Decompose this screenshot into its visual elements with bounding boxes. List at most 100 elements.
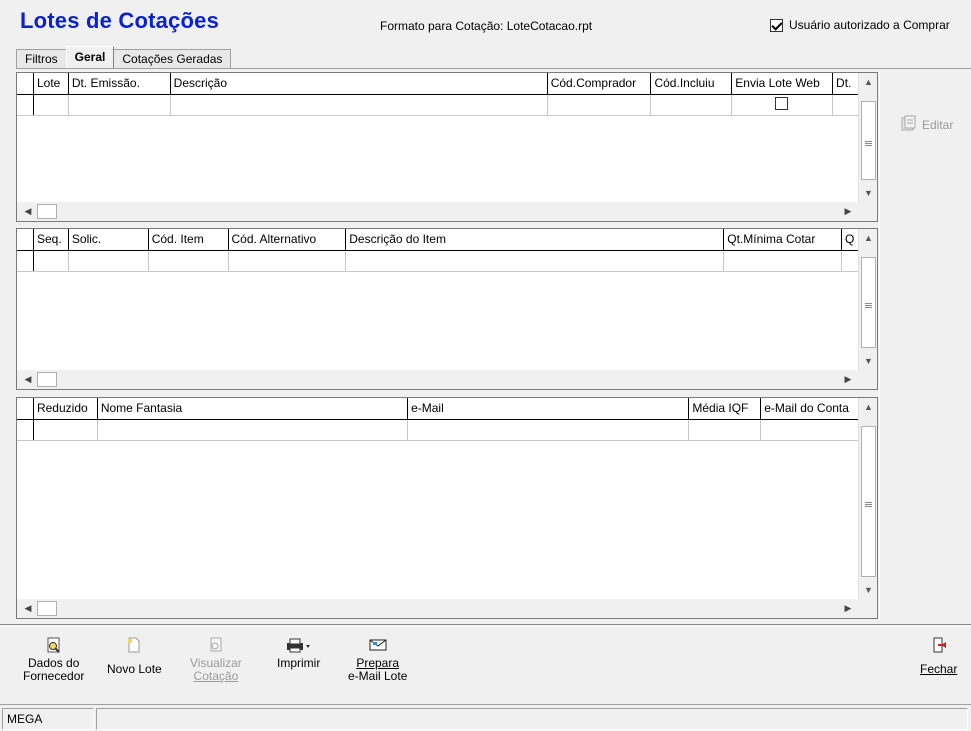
cell-dt[interactable]: [833, 95, 858, 115]
status-bar: MEGA: [0, 704, 971, 731]
col-envia-lote-web[interactable]: Envia Lote Web: [732, 73, 834, 94]
col-descricao-item[interactable]: Descrição do Item: [346, 229, 725, 250]
envia-lote-web-checkbox[interactable]: [775, 97, 789, 110]
novo-lote-label: Novo Lote: [107, 662, 162, 676]
row-indicator[interactable]: [17, 420, 34, 440]
col-qt-minima-cotar[interactable]: Qt.Mínima Cotar: [724, 229, 843, 250]
scroll-thumb[interactable]: [861, 101, 876, 180]
col-descricao[interactable]: Descrição: [171, 73, 548, 94]
scroll-left-icon[interactable]: ◀: [19, 202, 37, 221]
prepara-email-lote-button[interactable]: Prepara e-Mail Lote: [348, 636, 407, 683]
scroll-right-icon[interactable]: ▶: [839, 202, 857, 221]
col-media-iqf[interactable]: Média IQF: [689, 398, 762, 419]
col-q[interactable]: Q: [842, 229, 858, 250]
cell-cod-comprador[interactable]: [548, 95, 652, 115]
vertical-scrollbar[interactable]: ▲ ▼: [858, 229, 877, 370]
col-seq[interactable]: Seq.: [34, 229, 69, 250]
cell-media-iqf[interactable]: [689, 420, 762, 440]
cell-qt-minima[interactable]: [724, 251, 843, 271]
tab-cotacoes-geradas[interactable]: Cotações Geradas: [113, 49, 232, 68]
col-cod-item[interactable]: Cód. Item: [149, 229, 229, 250]
lotes-grid[interactable]: Lote Dt. Emissão. Descrição Cód.Comprado…: [16, 72, 878, 222]
scroll-left-icon[interactable]: ◀: [19, 599, 37, 618]
fornecedores-grid-header: Reduzido Nome Fantasia e-Mail Média IQF …: [17, 398, 858, 420]
page-title: Lotes de Cotações: [20, 8, 220, 33]
visualizar-cotacao-button[interactable]: Visualizar Cotação: [190, 636, 242, 683]
dados-fornecedor-button[interactable]: Dados do Fornecedor: [23, 636, 84, 683]
cell-reduzido[interactable]: [34, 420, 98, 440]
table-row[interactable]: [17, 420, 858, 441]
table-row[interactable]: [17, 251, 858, 272]
checkbox-icon[interactable]: [770, 18, 783, 32]
edit-button[interactable]: Editar: [900, 114, 953, 135]
itens-grid[interactable]: Seq. Solic. Cód. Item Cód. Alternativo D…: [16, 228, 878, 390]
col-dt-emissao[interactable]: Dt. Emissão.: [69, 73, 171, 94]
scroll-down-icon[interactable]: ▼: [859, 352, 878, 370]
scroll-down-icon[interactable]: ▼: [859, 184, 878, 202]
scroll-up-icon[interactable]: ▲: [859, 229, 878, 247]
fechar-button[interactable]: Fechar: [920, 636, 957, 676]
col-cod-comprador[interactable]: Cód.Comprador: [548, 73, 652, 94]
cell-cod-alternativo[interactable]: [229, 251, 347, 271]
table-row[interactable]: [17, 95, 858, 116]
cell-email-contato[interactable]: [761, 420, 858, 440]
tab-filtros[interactable]: Filtros: [16, 49, 67, 68]
row-indicator[interactable]: [17, 95, 34, 115]
scroll-down-icon[interactable]: ▼: [859, 581, 878, 599]
horizontal-scrollbar[interactable]: ◀ ▶: [17, 202, 877, 221]
edit-label: Editar: [922, 117, 954, 132]
vertical-scrollbar[interactable]: ▲ ▼: [858, 398, 877, 599]
novo-lote-button[interactable]: Novo Lote: [107, 636, 162, 676]
scroll-thumb[interactable]: [37, 372, 57, 387]
vertical-scrollbar[interactable]: ▲ ▼: [858, 73, 877, 202]
imprimir-button[interactable]: Imprimir: [277, 636, 320, 670]
scroll-thumb[interactable]: [861, 426, 876, 577]
cell-email[interactable]: [408, 420, 690, 440]
scroll-left-icon[interactable]: ◀: [19, 370, 37, 389]
supplier-search-icon: [44, 636, 64, 654]
col-nome-fantasia[interactable]: Nome Fantasia: [98, 398, 409, 419]
scroll-right-icon[interactable]: ▶: [839, 599, 857, 618]
cell-nome-fantasia[interactable]: [98, 420, 409, 440]
cell-dt-emissao[interactable]: [69, 95, 171, 115]
new-document-icon: [124, 636, 144, 654]
scroll-thumb[interactable]: [861, 257, 876, 348]
preview-icon: [206, 636, 226, 654]
cell-seq[interactable]: [34, 251, 69, 271]
dados-label-2: Fornecedor: [23, 669, 85, 683]
cell-descricao-item[interactable]: [346, 251, 725, 271]
authorized-checkbox[interactable]: Usuário autorizado a Comprar: [770, 18, 950, 32]
col-cod-alternativo[interactable]: Cód. Alternativo: [229, 229, 347, 250]
col-lote[interactable]: Lote: [34, 73, 69, 94]
status-panel-right: [96, 708, 968, 730]
horizontal-scrollbar[interactable]: ◀ ▶: [17, 370, 877, 389]
tab-bar: Filtros Geral Cotações Geradas: [16, 46, 232, 68]
col-dt[interactable]: Dt.: [833, 73, 858, 94]
edit-icon: [900, 114, 918, 135]
scroll-thumb[interactable]: [37, 204, 57, 219]
cell-q[interactable]: [842, 251, 858, 271]
col-email-contato[interactable]: e-Mail do Conta: [761, 398, 858, 419]
col-solic[interactable]: Solic.: [69, 229, 149, 250]
scroll-up-icon[interactable]: ▲: [859, 398, 878, 416]
visualizar-label-2: Cotação: [193, 669, 239, 683]
col-cod-incluiu[interactable]: Cód.Incluiu: [651, 73, 733, 94]
cell-lote[interactable]: [34, 95, 69, 115]
email-icon: [368, 636, 388, 654]
col-email[interactable]: e-Mail: [408, 398, 690, 419]
cell-solic[interactable]: [69, 251, 149, 271]
scroll-up-icon[interactable]: ▲: [859, 73, 878, 91]
cell-cod-incluiu[interactable]: [651, 95, 733, 115]
fornecedores-grid[interactable]: Reduzido Nome Fantasia e-Mail Média IQF …: [16, 397, 878, 619]
tab-geral[interactable]: Geral: [65, 46, 115, 68]
col-reduzido[interactable]: Reduzido: [34, 398, 98, 419]
cell-descricao[interactable]: [171, 95, 548, 115]
scroll-right-icon[interactable]: ▶: [839, 370, 857, 389]
horizontal-scrollbar[interactable]: ◀ ▶: [17, 599, 877, 618]
row-indicator[interactable]: [17, 251, 34, 271]
format-label: Formato para Cotação: LoteCotacao.rpt: [380, 19, 593, 33]
lotes-grid-header: Lote Dt. Emissão. Descrição Cód.Comprado…: [17, 73, 858, 95]
cell-cod-item[interactable]: [149, 251, 229, 271]
cell-envia-lote-web[interactable]: [732, 95, 834, 115]
scroll-thumb[interactable]: [37, 601, 57, 616]
